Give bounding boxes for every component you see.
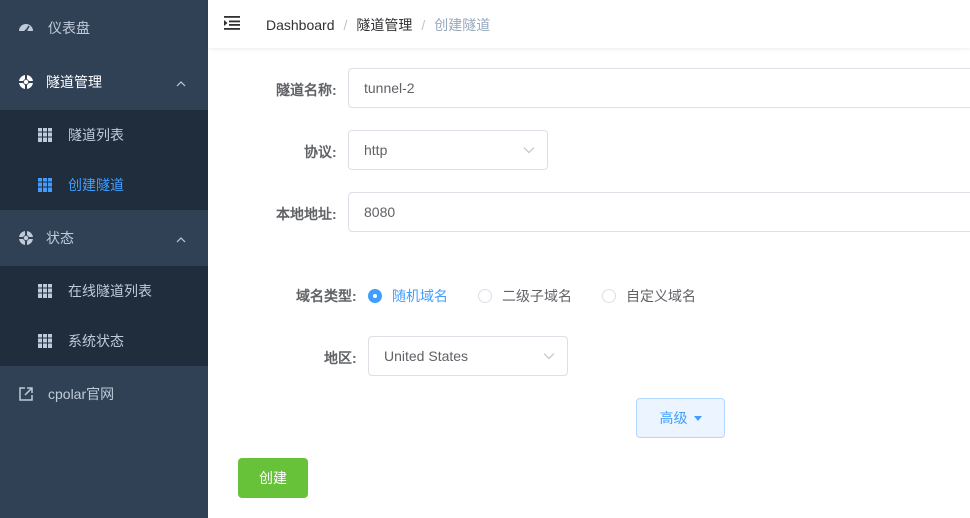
sidebar-item-dashboard[interactable]: 仪表盘 <box>0 0 208 56</box>
menu-fold-icon[interactable] <box>224 14 242 32</box>
radio-random-domain[interactable]: 随机域名 <box>368 286 448 306</box>
sidebar: 仪表盘 隧道管理 隧道列表 创建隧道 状态 在线隧道列表 系统状态 cpolar… <box>0 0 208 518</box>
sidebar-item-label: 创建隧道 <box>68 177 124 193</box>
sidebar-item-label: 在线隧道列表 <box>68 283 152 299</box>
protocol-select[interactable]: http <box>348 130 548 170</box>
chevron-up-icon <box>176 230 186 246</box>
breadcrumb-parent[interactable]: 隧道管理 <box>356 15 412 35</box>
sidebar-item-label: cpolar官网 <box>48 386 115 402</box>
sidebar-item-label: 仪表盘 <box>48 20 90 36</box>
advanced-label: 高级 <box>659 410 688 426</box>
external-link-icon <box>18 386 34 402</box>
tunnel-name-input[interactable]: tunnel-2 <box>348 68 970 108</box>
breadcrumb-separator: / <box>343 17 348 33</box>
radio-label: 随机域名 <box>392 288 448 304</box>
region-label: 地区: <box>324 350 357 366</box>
grid-icon <box>38 284 52 298</box>
sidebar-item-label: 系统状态 <box>68 333 124 349</box>
navbar: Dashboard / 隧道管理 / 创建隧道 <box>208 0 970 48</box>
grid-icon <box>38 178 52 192</box>
sidebar-item-create-tunnel[interactable]: 创建隧道 <box>0 160 208 210</box>
grid-icon <box>38 334 52 348</box>
grid-icon <box>38 128 52 142</box>
protocol-value: http <box>364 142 388 158</box>
lifebuoy-icon <box>18 74 34 90</box>
breadcrumb-current: 创建隧道 <box>434 17 491 33</box>
radio-dot <box>368 289 382 303</box>
radio-dot <box>602 289 616 303</box>
advanced-button[interactable]: 高级 <box>636 398 725 438</box>
radio-label: 自定义域名 <box>626 288 696 304</box>
local-address-input[interactable]: 8080 <box>348 192 970 232</box>
breadcrumb: Dashboard / 隧道管理 / 创建隧道 <box>266 15 490 35</box>
sidebar-item-label: 隧道列表 <box>68 127 124 143</box>
chevron-down-icon <box>523 147 535 154</box>
protocol-label: 协议: <box>304 144 337 160</box>
radio-dot <box>478 289 492 303</box>
region-select[interactable]: United States <box>368 336 568 376</box>
chevron-down-icon <box>543 353 555 360</box>
sidebar-item-online-tunnels[interactable]: 在线隧道列表 <box>0 266 208 316</box>
radio-custom-domain[interactable]: 自定义域名 <box>602 286 696 306</box>
submenu-status: 在线隧道列表 系统状态 <box>0 266 208 366</box>
radio-label: 二级子域名 <box>502 288 572 304</box>
tunnel-name-value: tunnel-2 <box>364 80 415 96</box>
app: 仪表盘 隧道管理 隧道列表 创建隧道 状态 在线隧道列表 系统状态 cpolar… <box>0 0 970 518</box>
breadcrumb-home[interactable]: Dashboard <box>266 17 335 33</box>
sidebar-item-system-status[interactable]: 系统状态 <box>0 316 208 366</box>
dashboard-icon <box>18 20 34 36</box>
local-address-label: 本地地址: <box>276 206 337 222</box>
sidebar-item-status[interactable]: 状态 <box>0 210 208 266</box>
tunnel-name-label: 隧道名称: <box>276 82 337 98</box>
sidebar-item-label: 隧道管理 <box>46 74 102 90</box>
region-value: United States <box>384 348 469 364</box>
submenu-tunnel-management: 隧道列表 创建隧道 <box>0 110 208 210</box>
create-button[interactable]: 创建 <box>238 458 308 498</box>
sidebar-item-cpolar-website[interactable]: cpolar官网 <box>0 366 208 422</box>
local-address-value: 8080 <box>364 204 396 220</box>
sidebar-item-tunnel-management[interactable]: 隧道管理 <box>0 54 208 110</box>
sidebar-item-label: 状态 <box>46 230 74 246</box>
lifebuoy-icon <box>18 230 34 246</box>
radio-subdomain[interactable]: 二级子域名 <box>478 286 572 306</box>
sidebar-item-tunnel-list[interactable]: 隧道列表 <box>0 110 208 160</box>
domain-type-label: 域名类型: <box>296 288 357 304</box>
chevron-up-icon <box>176 74 186 90</box>
caret-down-icon <box>693 415 702 421</box>
create-label: 创建 <box>259 470 287 486</box>
breadcrumb-separator: / <box>421 17 426 33</box>
